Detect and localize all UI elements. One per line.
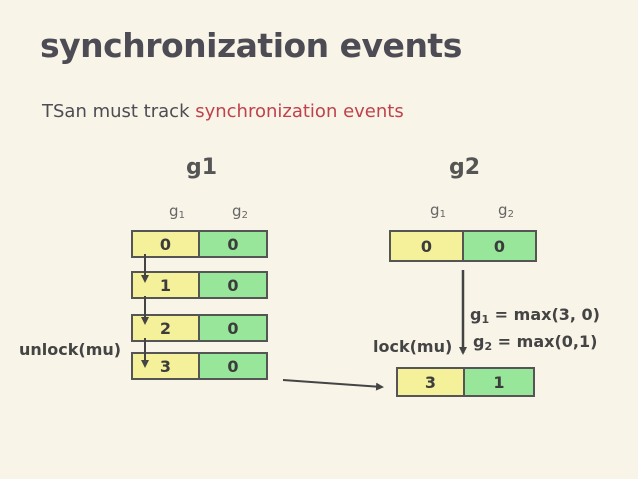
g2-clock-row: 0 0 [389, 230, 537, 262]
subtitle-prefix: TSan must track [42, 101, 196, 122]
release-acquire-arrow [282, 379, 384, 391]
g2-col2-label: g2 [498, 201, 514, 220]
slide-subtitle: TSan must track synchronization events [42, 101, 404, 122]
g1-title: g1 [186, 155, 218, 180]
g2-col1-label: g1 [430, 201, 446, 220]
lock-label: lock(mu) [373, 337, 453, 356]
subtitle-highlight: synchronization events [195, 101, 404, 122]
g2-clock-row: 3 1 [396, 367, 535, 397]
g1-clock-row: 0 0 [131, 230, 268, 258]
g1-row1-g1-value: 1 [133, 273, 200, 297]
g2-title: g2 [449, 155, 481, 180]
g2-row1-g1-value: 3 [398, 369, 465, 395]
g1-row3-g1-value: 3 [133, 354, 200, 378]
g1-row2-g1-value: 2 [133, 316, 200, 340]
g1-clock-row: 1 0 [131, 271, 268, 299]
g2-row0-g1-value: 0 [391, 232, 464, 260]
g1-row0-g2-value: 0 [200, 232, 266, 256]
g1-col2-label: g2 [232, 202, 248, 221]
unlock-label: unlock(mu) [19, 340, 122, 359]
g1-row3-g2-value: 0 [200, 354, 266, 378]
g2-row1-g2-value: 1 [465, 369, 533, 395]
g1-row1-g2-value: 0 [200, 273, 266, 297]
g2-row0-g2-value: 0 [464, 232, 535, 260]
g1-clock-row: 3 0 [131, 352, 268, 380]
g1-row0-g1-value: 0 [133, 232, 200, 256]
g2-formula-g2: g2 = max(0,1) [473, 332, 598, 353]
g1-clock-row: 2 0 [131, 314, 268, 342]
g1-col1-label: g1 [169, 202, 185, 221]
slide-title: synchronization events [40, 26, 462, 65]
arrows-layer [141, 254, 467, 391]
g1-row2-g2-value: 0 [200, 316, 266, 340]
g2-formula-g1: g1 = max(3, 0) [470, 305, 600, 326]
